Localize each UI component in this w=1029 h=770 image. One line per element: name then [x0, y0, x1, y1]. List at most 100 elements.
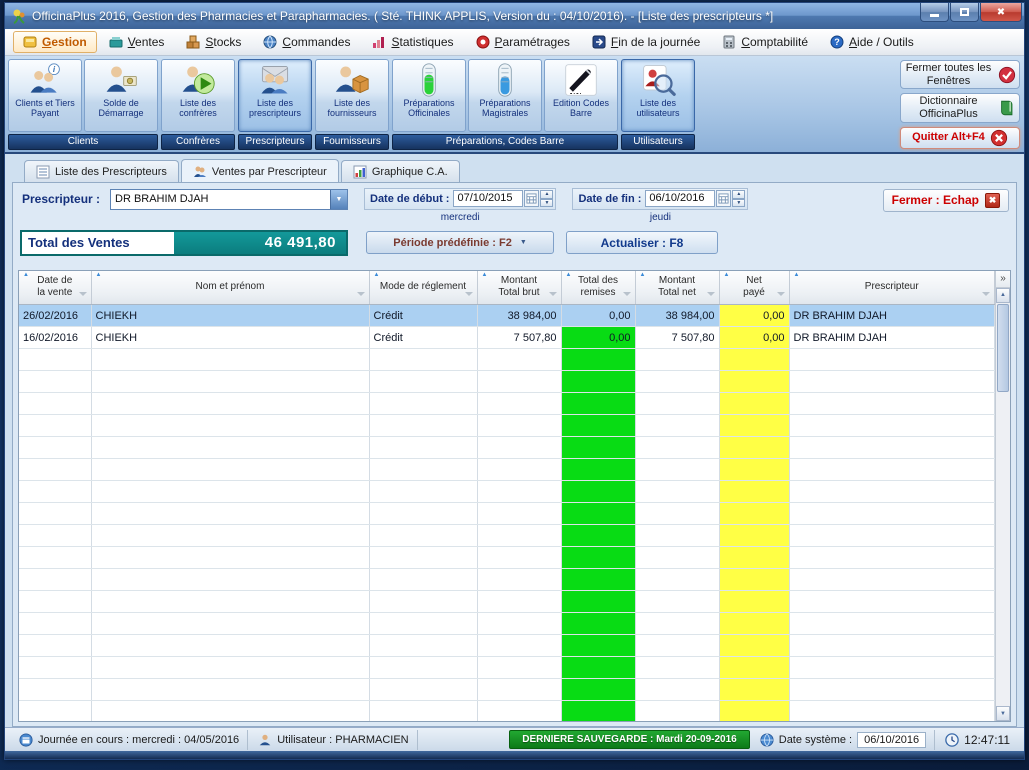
table-row[interactable]	[19, 459, 995, 481]
table-cell[interactable]	[477, 349, 561, 371]
table-row[interactable]	[19, 503, 995, 525]
table-cell[interactable]	[477, 657, 561, 679]
table-cell[interactable]	[369, 371, 477, 393]
table-cell[interactable]	[19, 525, 91, 547]
quitter-button[interactable]: Quitter Alt+F4	[900, 127, 1020, 149]
dictionnaire-button[interactable]: Dictionnaire OfficinaPlus	[900, 93, 1020, 122]
table-cell[interactable]	[789, 635, 995, 657]
table-cell[interactable]	[789, 613, 995, 635]
table-cell[interactable]	[19, 393, 91, 415]
table-cell[interactable]	[719, 547, 789, 569]
table-cell[interactable]	[789, 569, 995, 591]
table-cell[interactable]	[369, 503, 477, 525]
calendar-button[interactable]	[524, 190, 539, 207]
table-cell[interactable]	[91, 525, 369, 547]
column-header[interactable]: ▲Date de la vente	[19, 271, 91, 305]
table-cell[interactable]	[635, 371, 719, 393]
table-row[interactable]	[19, 371, 995, 393]
table-cell[interactable]: Crédit	[369, 305, 477, 327]
table-cell[interactable]: 38 984,00	[477, 305, 561, 327]
menu-item-ventes[interactable]: Ventes	[99, 31, 175, 53]
table-cell[interactable]	[561, 547, 635, 569]
table-cell[interactable]	[369, 569, 477, 591]
table-cell[interactable]	[19, 613, 91, 635]
table-cell[interactable]	[19, 459, 91, 481]
table-cell[interactable]	[19, 481, 91, 503]
date-fin-spinner[interactable]: ▲ ▼	[732, 190, 745, 207]
menu-item-fin-journee[interactable]: Fin de la journée	[582, 31, 710, 53]
table-cell[interactable]	[477, 701, 561, 722]
minimize-button[interactable]	[920, 3, 949, 22]
table-cell[interactable]	[635, 657, 719, 679]
menu-item-statistiques[interactable]: Statistiques	[362, 31, 463, 53]
table-cell[interactable]: Crédit	[369, 327, 477, 349]
table-cell[interactable]	[19, 349, 91, 371]
table-cell[interactable]	[561, 679, 635, 701]
table-cell[interactable]	[477, 679, 561, 701]
chevron-down-icon[interactable]: ▼	[330, 190, 347, 209]
column-header[interactable]: ▲Mode de réglement	[369, 271, 477, 305]
table-cell[interactable]	[19, 569, 91, 591]
column-header[interactable]: ▲Montant Total brut	[477, 271, 561, 305]
table-row[interactable]	[19, 415, 995, 437]
table-cell[interactable]	[477, 569, 561, 591]
table-cell[interactable]	[719, 349, 789, 371]
table-cell[interactable]	[369, 657, 477, 679]
table-cell[interactable]	[561, 591, 635, 613]
table-cell[interactable]	[91, 503, 369, 525]
table-cell[interactable]	[91, 415, 369, 437]
table-cell[interactable]	[369, 547, 477, 569]
table-row[interactable]	[19, 701, 995, 722]
table-cell[interactable]	[635, 547, 719, 569]
table-cell[interactable]	[91, 679, 369, 701]
table-cell[interactable]	[369, 481, 477, 503]
table-cell[interactable]	[635, 525, 719, 547]
table-cell[interactable]	[477, 547, 561, 569]
table-cell[interactable]: 7 507,80	[477, 327, 561, 349]
table-cell[interactable]	[789, 701, 995, 722]
clients-tiers-button[interactable]: iClients et Tiers Payant	[8, 59, 82, 132]
table-cell[interactable]	[789, 525, 995, 547]
solde-demarrage-button[interactable]: Solde de Démarrage	[84, 59, 158, 132]
menu-item-stocks[interactable]: Stocks	[176, 31, 251, 53]
table-cell[interactable]	[561, 701, 635, 722]
table-cell[interactable]	[719, 657, 789, 679]
table-cell[interactable]	[719, 591, 789, 613]
table-cell[interactable]	[719, 437, 789, 459]
table-cell[interactable]	[91, 635, 369, 657]
table-cell[interactable]	[561, 503, 635, 525]
table-row[interactable]	[19, 547, 995, 569]
table-cell[interactable]	[91, 657, 369, 679]
table-cell[interactable]: 0,00	[719, 327, 789, 349]
table-cell[interactable]	[19, 371, 91, 393]
table-row[interactable]	[19, 393, 995, 415]
table-cell[interactable]	[789, 415, 995, 437]
table-cell[interactable]	[789, 349, 995, 371]
column-header[interactable]: ▲Net payé	[719, 271, 789, 305]
table-cell[interactable]	[561, 393, 635, 415]
close-button[interactable]: ✖	[980, 3, 1022, 22]
table-cell[interactable]	[477, 525, 561, 547]
table-cell[interactable]	[635, 393, 719, 415]
table-row[interactable]	[19, 525, 995, 547]
table-cell[interactable]	[369, 701, 477, 722]
table-cell[interactable]	[561, 613, 635, 635]
table-cell[interactable]	[789, 371, 995, 393]
table-cell[interactable]: DR BRAHIM DJAH	[789, 327, 995, 349]
table-cell[interactable]	[561, 569, 635, 591]
table-cell[interactable]	[789, 459, 995, 481]
table-cell[interactable]	[91, 547, 369, 569]
table-cell[interactable]	[369, 393, 477, 415]
table-cell[interactable]	[477, 503, 561, 525]
column-header[interactable]: ▲Nom et prénom	[91, 271, 369, 305]
table-cell[interactable]	[635, 459, 719, 481]
date-debut-input[interactable]: 07/10/2015	[453, 190, 523, 207]
table-row[interactable]	[19, 481, 995, 503]
scroll-up-icon[interactable]: ▲	[996, 288, 1010, 303]
table-cell[interactable]	[369, 525, 477, 547]
table-cell[interactable]	[719, 371, 789, 393]
periode-predefinie-button[interactable]: Période prédéfinie : F2 ▼	[366, 231, 554, 254]
table-row[interactable]	[19, 569, 995, 591]
table-cell[interactable]	[719, 393, 789, 415]
table-cell[interactable]	[561, 635, 635, 657]
